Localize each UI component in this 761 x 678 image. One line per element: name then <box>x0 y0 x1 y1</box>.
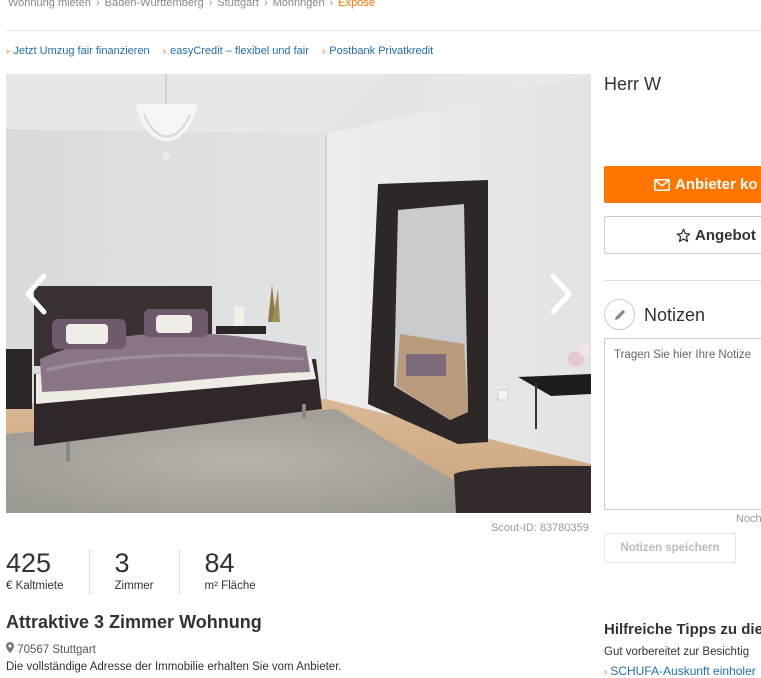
breadcrumb-item[interactable]: Stuttgart <box>217 0 259 9</box>
save-listing-button[interactable]: Angebot <box>604 216 761 254</box>
location-text: 70567 Stuttgart <box>17 644 96 656</box>
listing-title: Attraktive 3 Zimmer Wohnung <box>6 612 262 632</box>
chevron-right-icon <box>550 273 572 315</box>
star-icon <box>676 228 691 243</box>
chevron-right-icon: › <box>321 46 326 57</box>
chevron-right-icon: › <box>6 46 10 57</box>
contact-button-label: Anbieter ko <box>675 176 758 193</box>
fact-value: 84 <box>204 548 235 578</box>
promo-link-label: Postbank Privatkredit <box>329 45 434 57</box>
fact-value: 425 <box>6 548 52 578</box>
chevron-right-icon: › <box>604 667 608 678</box>
notes-title: Notizen <box>644 305 706 325</box>
photo-gallery[interactable] <box>6 74 591 513</box>
schufa-link-label: SCHUFA-Auskunft einholer <box>610 664 756 678</box>
fact-label: € Kaltmiete <box>6 580 64 592</box>
chevron-left-icon <box>25 273 47 315</box>
breadcrumb-item[interactable]: Möhringen <box>273 0 325 9</box>
promo-link-postbank[interactable]: › Postbank Privatkredit <box>322 45 433 57</box>
breadcrumb-separator: › <box>263 0 268 9</box>
chevron-right-icon: › <box>162 46 167 57</box>
schufa-link[interactable]: › SCHUFA-Auskunft einholer <box>604 664 756 678</box>
fact-value: 3 <box>114 548 130 578</box>
address-note: Die vollständige Adresse der Immobilie e… <box>6 661 342 673</box>
promo-links: › Jetzt Umzug fair finanzieren › easyCredi… <box>6 45 443 57</box>
breadcrumb-separator: › <box>329 0 334 9</box>
key-facts: 425 € Kaltmiete 3 Zimmer 84 m² Fläche <box>6 549 281 595</box>
promo-link-label: easyCredit – flexibel und fair <box>170 45 309 57</box>
promo-link-label: Jetzt Umzug fair finanzieren <box>13 45 150 57</box>
contact-landlord-button[interactable]: Anbieter ko <box>604 166 761 203</box>
breadcrumb-separator: › <box>208 0 213 9</box>
breadcrumb-item[interactable]: Wohnung mieten <box>8 0 91 9</box>
fact-rooms: 3 Zimmer <box>88 548 179 595</box>
fav-button-label: Angebot <box>695 226 756 244</box>
breadcrumb-separator: › <box>95 0 100 9</box>
breadcrumb-current: Exposé <box>338 0 375 9</box>
divider <box>6 30 761 31</box>
scout-id: Scout-ID: 83780359 <box>491 522 589 534</box>
promo-link-umzug[interactable]: › Jetzt Umzug fair finanzieren <box>6 45 150 57</box>
fact-area: 84 m² Fläche <box>178 548 281 595</box>
envelope-icon <box>654 178 670 191</box>
bedroom-photo <box>6 74 591 513</box>
gallery-prev-button[interactable] <box>16 264 56 324</box>
pencil-icon <box>604 299 635 330</box>
promo-link-easycredit[interactable]: › easyCredit – flexibel und fair <box>163 45 309 57</box>
breadcrumb-item[interactable]: Baden-Württemberg <box>105 0 204 9</box>
divider <box>604 280 761 281</box>
listing-location: 70567 Stuttgart <box>6 642 96 656</box>
breadcrumb: Wohnung mieten › Baden-Württemberg › Stuttga… <box>8 0 375 9</box>
map-pin-icon <box>6 642 14 656</box>
fact-label: m² Fläche <box>204 580 256 592</box>
notes-char-counter: Noch <box>736 513 761 525</box>
save-notes-button[interactable]: Notizen speichern <box>604 533 736 563</box>
fact-rent: 425 € Kaltmiete <box>6 549 89 595</box>
fact-label: Zimmer <box>114 580 154 592</box>
notes-input[interactable] <box>604 338 761 510</box>
landlord-name: Herr W <box>604 74 661 94</box>
tips-title: Hilfreiche Tipps zu die <box>604 621 761 638</box>
tips-text: Gut vorbereitet zur Besichtig <box>604 646 750 658</box>
gallery-next-button[interactable] <box>541 264 581 324</box>
